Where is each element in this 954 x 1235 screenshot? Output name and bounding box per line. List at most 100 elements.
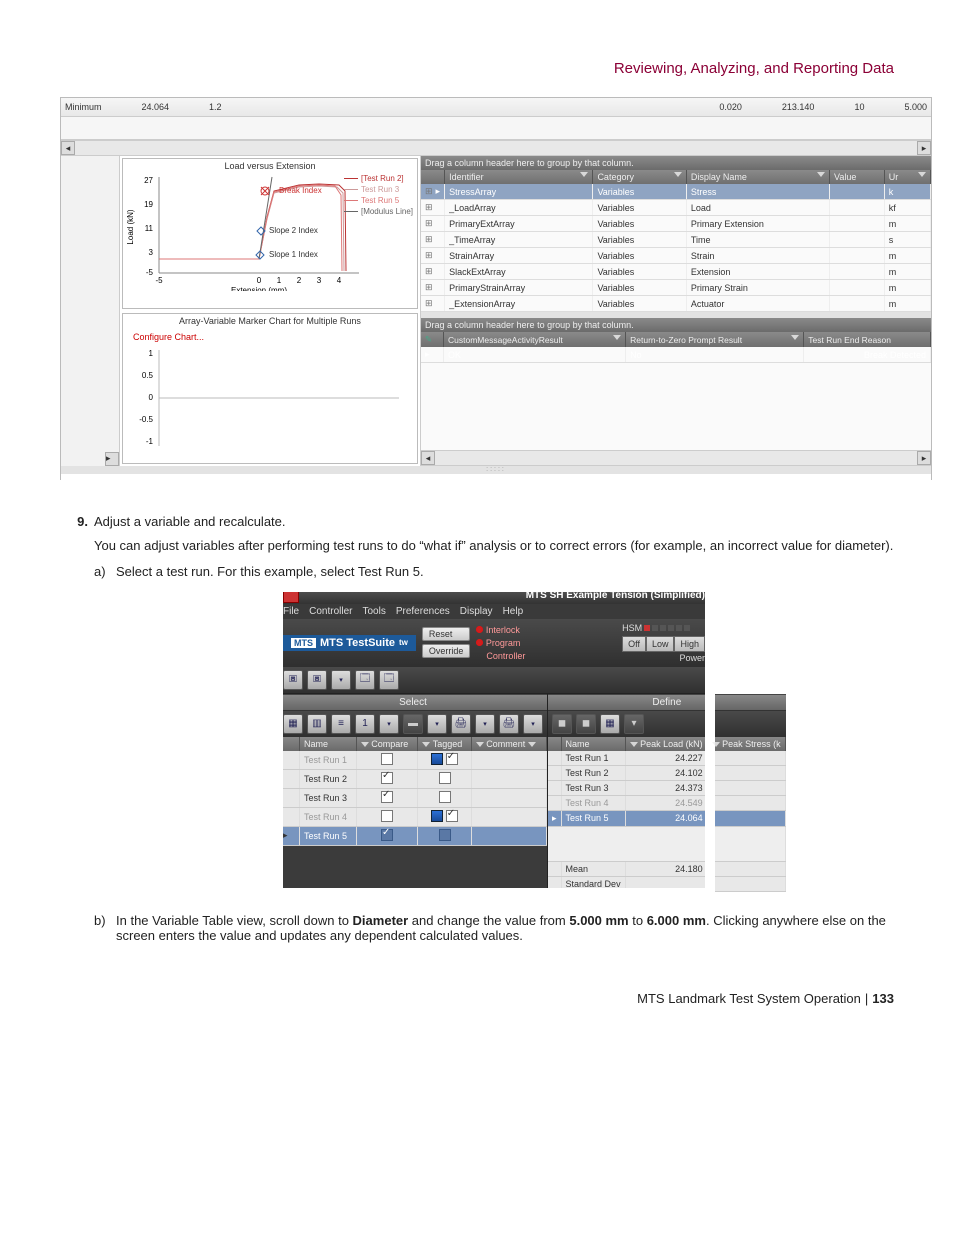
scroll-right-icon[interactable]: ▸ xyxy=(917,141,931,155)
col-display-name[interactable]: Display Name xyxy=(686,170,829,184)
icon-button[interactable]: ▬ xyxy=(403,714,423,734)
menu-controller[interactable]: Controller xyxy=(309,606,352,617)
expand-icon[interactable]: ⊞ xyxy=(425,202,436,212)
col-name[interactable]: Name xyxy=(561,737,625,751)
scroll-left-icon[interactable]: ◂ xyxy=(61,141,75,155)
table-row[interactable]: ⊞▸StressArrayVariablesStressk xyxy=(421,184,931,200)
table-row[interactable]: ⊞PrimaryExtArrayVariablesPrimary Extensi… xyxy=(421,216,931,232)
col-unit[interactable]: Ur xyxy=(884,170,930,184)
menu-display[interactable]: Display xyxy=(460,606,493,617)
select-table[interactable]: Name Compare Tagged Comment Test Run 1 T… xyxy=(279,737,547,846)
col-identifier[interactable]: Identifier xyxy=(445,170,593,184)
override-button[interactable]: Override xyxy=(422,644,471,658)
tag-icon[interactable] xyxy=(431,753,443,765)
dropdown-icon[interactable]: ▾ xyxy=(427,714,447,734)
table-row[interactable]: ⊞StrainArrayVariablesStrainm xyxy=(421,248,931,264)
col-peak-load[interactable]: Peak Load (kN) xyxy=(625,737,707,751)
filter-icon[interactable] xyxy=(613,335,621,340)
menu-tools[interactable]: Tools xyxy=(362,606,385,617)
col-category[interactable]: Category xyxy=(593,170,686,184)
filter-icon[interactable] xyxy=(674,172,682,177)
toolbar-dropdown-icon[interactable]: ▾ xyxy=(331,670,351,690)
col-peak-stress[interactable]: Peak Stress (k xyxy=(707,737,785,751)
menu-preferences[interactable]: Preferences xyxy=(396,606,450,617)
seg-high[interactable]: High xyxy=(674,636,705,652)
expand-icon[interactable]: ⊞ xyxy=(425,266,436,276)
dropdown-icon[interactable]: ▾ xyxy=(475,714,495,734)
toolbar-icon[interactable]: 🞖 xyxy=(283,670,303,690)
expand-icon[interactable]: ⊞ xyxy=(425,298,436,308)
table-row[interactable]: Test Run 424.549 xyxy=(548,795,785,810)
col-comment[interactable]: Comment xyxy=(471,737,546,751)
results-grid[interactable]: ✎ CustomMessageActivityResult Return-to-… xyxy=(421,332,931,363)
scroll-right-icon[interactable]: ▸ xyxy=(105,452,119,466)
filter-icon[interactable] xyxy=(580,172,588,177)
table-row[interactable]: ⊞SlackExtArrayVariablesExtensionm xyxy=(421,264,931,280)
tagged-checkbox[interactable] xyxy=(439,791,451,803)
expand-icon[interactable]: ⊞ xyxy=(425,282,436,292)
table-row[interactable]: ⊞_TimeArrayVariablesTimes xyxy=(421,232,931,248)
table-row[interactable]: ▸Test Run 5 xyxy=(279,826,547,845)
expand-icon[interactable]: ⊞ xyxy=(425,234,436,244)
table-row[interactable]: ▸ OK No Break Detected xyxy=(421,347,931,363)
tagged-checkbox[interactable] xyxy=(446,810,458,822)
icon-button[interactable]: ▦ xyxy=(600,714,620,734)
col-end-reason[interactable]: Test Run End Reason xyxy=(804,332,931,347)
table-row[interactable]: Test Run 2 xyxy=(279,769,547,788)
tagged-checkbox[interactable] xyxy=(439,772,451,784)
define-table[interactable]: Name Peak Load (kN) Peak Stress (k Test … xyxy=(548,737,786,892)
configure-chart-link[interactable]: Configure Chart... xyxy=(123,328,417,346)
col-name[interactable]: Name xyxy=(300,737,357,751)
menu-bar[interactable]: File Controller Tools Preferences Displa… xyxy=(279,604,709,619)
filter-icon[interactable] xyxy=(918,172,926,177)
seg-low[interactable]: Low xyxy=(646,636,675,652)
resize-gripper[interactable]: ::::: xyxy=(61,466,931,474)
col-value[interactable]: Value xyxy=(830,170,885,184)
horizontal-scrollbar[interactable]: ◂ ▸ xyxy=(61,140,931,156)
col-custom-msg[interactable]: CustomMessageActivityResult xyxy=(444,332,626,347)
reset-button[interactable]: Reset xyxy=(422,627,471,641)
col-compare[interactable]: Compare xyxy=(356,737,418,751)
col-return-zero[interactable]: Return-to-Zero Prompt Result xyxy=(626,332,804,347)
scroll-right-icon[interactable]: ▸ xyxy=(917,451,931,465)
table-row[interactable]: ⊞_ExtensionArrayVariablesActuatorm xyxy=(421,296,931,312)
compare-checkbox[interactable] xyxy=(381,772,393,784)
table-row[interactable]: Test Run 124.227 xyxy=(548,751,785,766)
icon-button[interactable]: ▦ xyxy=(283,714,303,734)
horizontal-scrollbar[interactable]: ◂ ▸ xyxy=(421,450,931,466)
dropdown-icon[interactable]: ▾ xyxy=(523,714,543,734)
icon-button[interactable]: 🖨 xyxy=(499,714,519,734)
group-by-hint[interactable]: Drag a column header here to group by th… xyxy=(421,156,931,170)
table-row[interactable]: ▸Test Run 524.064 xyxy=(548,810,785,826)
table-row[interactable]: Test Run 3 xyxy=(279,788,547,807)
expand-icon[interactable]: ⊞ xyxy=(425,250,436,260)
dropdown-icon[interactable]: ▾ xyxy=(379,714,399,734)
load-vs-extension-chart[interactable]: Load versus Extension 27 19 11 3 -5 -5 xyxy=(122,158,418,309)
tagged-checkbox[interactable] xyxy=(446,753,458,765)
toolbar-icon[interactable]: 🞖 xyxy=(307,670,327,690)
icon-button[interactable]: ◼ xyxy=(576,714,596,734)
tagged-checkbox[interactable] xyxy=(439,829,451,841)
table-row[interactable]: ⊞_LoadArrayVariablesLoadkf xyxy=(421,200,931,216)
expand-icon[interactable]: ⊞ xyxy=(425,218,436,228)
table-row[interactable]: Test Run 224.102 xyxy=(548,765,785,780)
power-segmented[interactable]: Off Low High xyxy=(622,636,705,652)
icon-button[interactable]: ▥ xyxy=(307,714,327,734)
window-titlebar[interactable]: MTS SH Example Tension (Simplified) xyxy=(279,588,709,604)
menu-help[interactable]: Help xyxy=(503,606,524,617)
compare-checkbox[interactable] xyxy=(381,791,393,803)
table-row[interactable]: ⊞PrimaryStrainArrayVariablesPrimary Stra… xyxy=(421,280,931,296)
menu-file[interactable]: File xyxy=(283,606,299,617)
seg-off[interactable]: Off xyxy=(622,636,646,652)
compare-checkbox[interactable] xyxy=(381,810,393,822)
icon-button[interactable]: 1 xyxy=(355,714,375,734)
tag-icon[interactable] xyxy=(431,810,443,822)
icon-button[interactable]: ≡ xyxy=(331,714,351,734)
table-row[interactable]: Test Run 324.373 xyxy=(548,780,785,795)
table-row[interactable]: Test Run 1 xyxy=(279,751,547,770)
col-tagged[interactable]: Tagged xyxy=(418,737,471,751)
scroll-left-icon[interactable]: ◂ xyxy=(421,451,435,465)
filter-icon[interactable] xyxy=(791,335,799,340)
table-row[interactable]: Test Run 4 xyxy=(279,807,547,826)
group-by-hint-2[interactable]: Drag a column header here to group by th… xyxy=(421,318,931,332)
